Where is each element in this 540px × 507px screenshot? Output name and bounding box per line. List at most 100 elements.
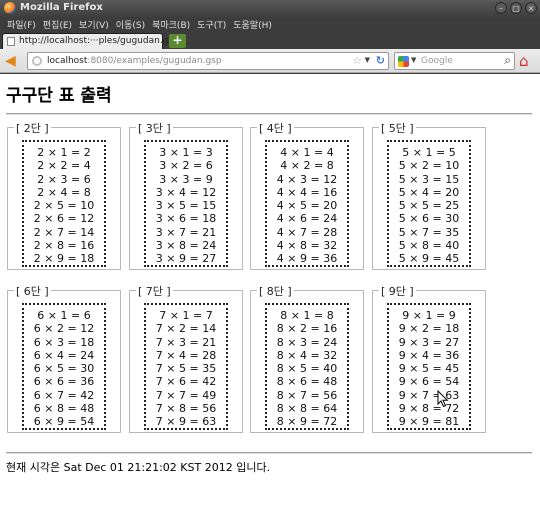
current-time-text: 현재 시각은 Sat Dec 01 21:21:02 KST 2012 입니다.: [6, 461, 271, 474]
new-tab-button[interactable]: +: [169, 34, 186, 48]
search-bar[interactable]: ▼ Google ⌕: [394, 52, 515, 70]
page-icon: [7, 37, 15, 46]
table-row: 9 × 6 = 54: [398, 375, 460, 389]
table-row: 6 × 6 = 36: [33, 375, 95, 389]
table-row: 2 × 2 = 4: [37, 159, 91, 173]
page-content: 구구단 표 출력 [ 2단 ] 2 × 1 = 22 × 2 = 42 × 3 …: [0, 74, 540, 507]
table-row: 5 × 4 = 20: [398, 185, 460, 199]
back-arrow-icon[interactable]: ◀: [5, 53, 21, 69]
table-row: 8 × 1 = 8: [280, 309, 334, 322]
table-row: 4 × 9 = 36: [276, 252, 338, 266]
table-legend: [ 4단 ]: [257, 120, 294, 136]
tab-label: http://localhost:···ples/gugudan.gsp: [19, 36, 179, 46]
table-5: [ 5단 ] 5 × 1 = 55 × 2 = 10 5 × 3 = 15 5 × …: [372, 120, 486, 270]
table-row: 6 × 8 = 48: [33, 402, 95, 416]
magnifier-icon[interactable]: ⌕: [504, 53, 511, 68]
table-row: 3 × 3 = 9: [159, 172, 213, 186]
menu-go[interactable]: 이동(S): [113, 17, 149, 31]
table-row: 9 × 1 = 9: [402, 309, 456, 322]
table-row: 6 × 3 = 18: [33, 335, 95, 349]
table-row: 5 × 3 = 15: [398, 172, 460, 186]
table-row: 5 × 9 = 45: [398, 252, 460, 266]
table-rows: 3 × 1 = 33 × 2 = 63 × 3 = 93 × 4 = 12 3 ×…: [146, 146, 226, 266]
table-rows: 2 × 1 = 22 × 2 = 42 × 3 = 62 × 4 = 82 × …: [24, 146, 104, 266]
table-box: 8 × 1 = 88 × 2 = 16 8 × 3 = 24 8 × 4 = 32 8…: [265, 303, 349, 430]
table-row: 2 × 4 = 8: [37, 185, 91, 199]
window-controls: – □ ×: [495, 2, 537, 14]
tab-bar: http://localhost:···ples/gugudan.gsp +: [0, 31, 540, 49]
table-box: 6 × 1 = 66 × 2 = 12 6 × 3 = 18 6 × 4 = 24 6…: [22, 303, 106, 430]
table-row: 5 × 6 = 30: [398, 212, 460, 226]
table-row: 6 × 1 = 6: [37, 309, 91, 322]
navigation-toolbar: ◀ ● localhost:8080/examples/gugudan.gsp …: [0, 49, 540, 73]
url-host: localhost: [47, 56, 88, 66]
table-box: 3 × 1 = 33 × 2 = 63 × 3 = 93 × 4 = 12 3 ×…: [144, 140, 228, 267]
table-box: 7 × 1 = 77 × 2 = 14 7 × 3 = 21 7 × 4 = 28 7…: [144, 303, 228, 430]
table-row: 7 × 5 = 35: [155, 362, 217, 376]
table-row: 3 × 2 = 6: [159, 159, 213, 173]
menu-edit[interactable]: 편집(E): [40, 17, 76, 31]
divider: [6, 113, 532, 115]
table-rows: 8 × 1 = 88 × 2 = 16 8 × 3 = 24 8 × 4 = 32 8…: [267, 309, 347, 429]
table-row: 7 × 2 = 14: [155, 322, 217, 336]
table-legend: [ 5단 ]: [379, 120, 416, 136]
table-row: 5 × 5 = 25: [398, 199, 460, 213]
table-row: 8 × 7 = 56: [276, 388, 338, 402]
table-row: 4 × 7 = 28: [276, 225, 338, 239]
table-rows: 7 × 1 = 77 × 2 = 14 7 × 3 = 21 7 × 4 = 28 7…: [146, 309, 226, 429]
table-box: 5 × 1 = 55 × 2 = 10 5 × 3 = 15 5 × 4 = 20 5…: [387, 140, 471, 267]
table-row: 5 × 8 = 40: [398, 239, 460, 253]
table-row: 2 × 7 = 14: [33, 225, 95, 239]
table-row: 3 × 9 = 27: [155, 252, 217, 266]
page-title: 구구단 표 출력: [6, 86, 112, 106]
table-row: 4 × 4 = 16: [276, 185, 338, 199]
mouse-cursor-icon: [437, 390, 449, 408]
table-box: 9 × 1 = 99 × 2 = 18 9 × 3 = 27 9 × 4 = 36 9…: [387, 303, 471, 430]
table-row: 8 × 6 = 48: [276, 375, 338, 389]
firefox-logo-icon: [4, 2, 16, 14]
table-row: 4 × 1 = 4: [280, 146, 334, 159]
reload-icon[interactable]: ↻: [376, 54, 385, 67]
maximize-button[interactable]: □: [510, 2, 522, 14]
menu-bookmarks[interactable]: 북마크(B): [149, 17, 194, 31]
menubar: 파일(F) 편집(E) 보기(V) 이동(S) 북마크(B) 도구(T) 도움말…: [0, 17, 540, 31]
chevron-down-icon[interactable]: ▼: [365, 56, 370, 64]
table-row: 3 × 4 = 12: [155, 185, 217, 199]
table-row: 9 × 7 = 63: [398, 388, 460, 402]
google-icon[interactable]: [398, 56, 409, 67]
star-icon[interactable]: ☆: [352, 54, 362, 67]
table-row: 9 × 8 = 72: [398, 402, 460, 416]
search-engine-dropdown-icon[interactable]: ▼: [411, 56, 416, 64]
table-row: 6 × 7 = 42: [33, 388, 95, 402]
table-row: 4 × 8 = 32: [276, 239, 338, 253]
table-row: 2 × 8 = 16: [33, 239, 95, 253]
table-9: [ 9단 ] 9 × 1 = 99 × 2 = 18 9 × 3 = 27 9 × …: [372, 283, 486, 433]
table-row: 4 × 3 = 12: [276, 172, 338, 186]
table-row: 6 × 4 = 24: [33, 348, 95, 362]
table-row: 6 × 9 = 54: [33, 415, 95, 429]
tab-gugudan[interactable]: http://localhost:···ples/gugudan.gsp: [2, 33, 179, 49]
table-row: 5 × 7 = 35: [398, 225, 460, 239]
table-row: 3 × 1 = 3: [159, 146, 213, 159]
table-row: 5 × 2 = 10: [398, 159, 460, 173]
home-icon[interactable]: ⌂: [519, 53, 536, 69]
minimize-button[interactable]: –: [495, 2, 507, 14]
table-legend: [ 8단 ]: [257, 283, 294, 299]
url-text[interactable]: localhost:8080/examples/gugudan.gsp: [47, 56, 222, 66]
site-identity-icon[interactable]: ●: [32, 56, 42, 66]
table-row: 6 × 2 = 12: [33, 322, 95, 336]
menu-file[interactable]: 파일(F): [4, 17, 40, 31]
window-titlebar: Mozilla Firefox – □ ×: [0, 0, 540, 17]
table-4: [ 4단 ] 4 × 1 = 44 × 2 = 84 × 3 = 12 4 × 4…: [250, 120, 364, 270]
table-legend: [ 7단 ]: [136, 283, 173, 299]
menu-view[interactable]: 보기(V): [76, 17, 113, 31]
menu-help[interactable]: 도움말(H): [230, 17, 276, 31]
table-row: 2 × 3 = 6: [37, 172, 91, 186]
table-7: [ 7단 ] 7 × 1 = 77 × 2 = 14 7 × 3 = 21 7 × …: [129, 283, 243, 433]
table-row: 7 × 7 = 49: [155, 388, 217, 402]
url-bar[interactable]: ● localhost:8080/examples/gugudan.gsp ☆ …: [27, 52, 389, 70]
table-rows: 6 × 1 = 66 × 2 = 12 6 × 3 = 18 6 × 4 = 24 6…: [24, 309, 104, 429]
close-button[interactable]: ×: [525, 2, 537, 14]
table-row: 7 × 3 = 21: [155, 335, 217, 349]
menu-tools[interactable]: 도구(T): [194, 17, 230, 31]
